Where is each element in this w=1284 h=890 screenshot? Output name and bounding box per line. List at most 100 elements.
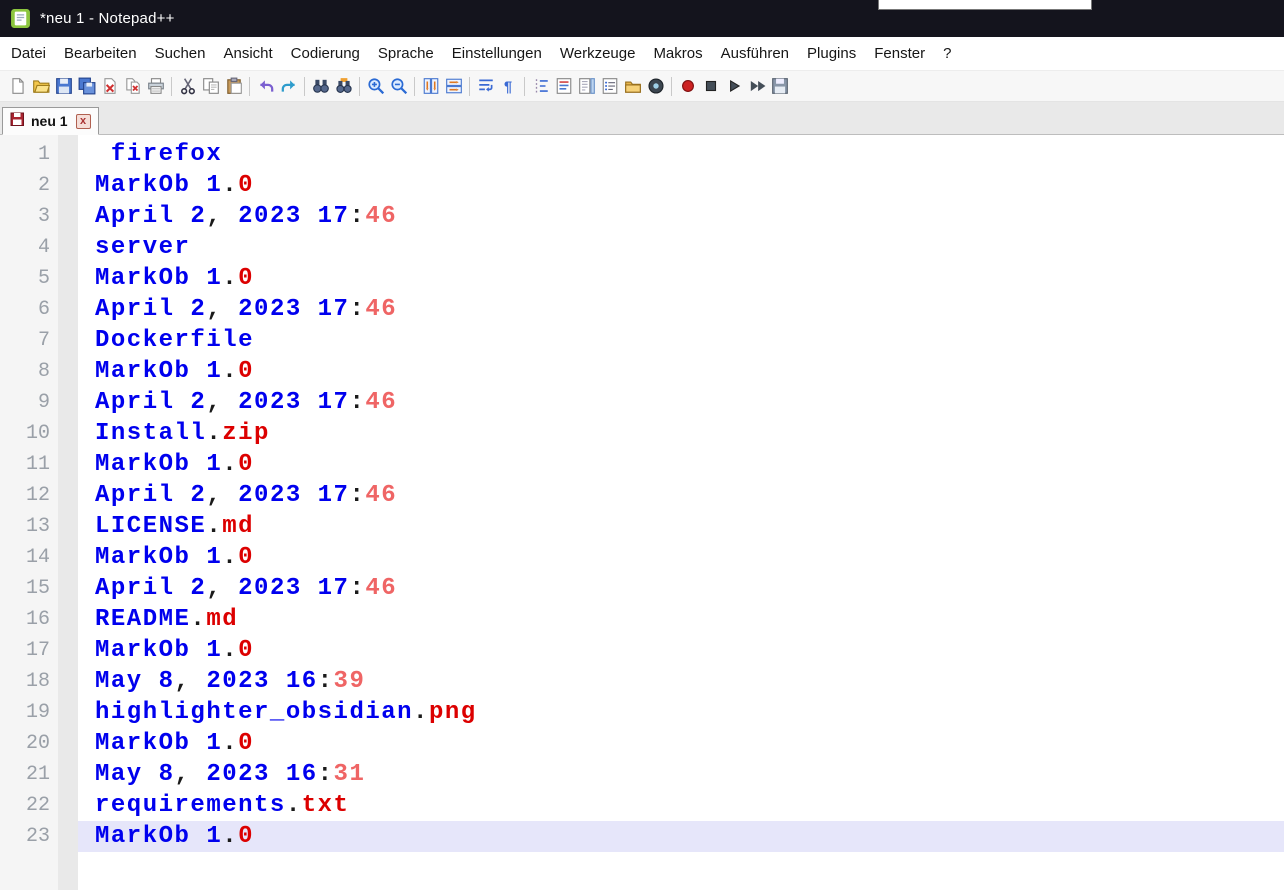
code-text: README.md xyxy=(78,604,1284,635)
editor-line[interactable]: 22requirements.txt xyxy=(0,790,1284,821)
editor-lines: 1 firefox2MarkOb 1.03April 2, 2023 17:46… xyxy=(0,135,1284,852)
line-number: 5 xyxy=(0,263,58,294)
code-text: firefox xyxy=(78,139,1284,170)
close-all-icon[interactable] xyxy=(121,74,144,99)
editor-line[interactable]: 3April 2, 2023 17:46 xyxy=(0,201,1284,232)
tab-neu-1[interactable]: neu 1 x xyxy=(2,107,99,135)
editor-line[interactable]: 4server xyxy=(0,232,1284,263)
find-icon[interactable] xyxy=(309,74,332,99)
fold-margin xyxy=(58,263,78,294)
macro-save-icon[interactable] xyxy=(768,74,791,99)
editor-line[interactable]: 2MarkOb 1.0 xyxy=(0,170,1284,201)
code-text: April 2, 2023 17:46 xyxy=(78,294,1284,325)
fold-margin xyxy=(58,356,78,387)
editor-line[interactable]: 6April 2, 2023 17:46 xyxy=(0,294,1284,325)
monitoring-icon[interactable] xyxy=(644,74,667,99)
code-text: May 8, 2023 16:31 xyxy=(78,759,1284,790)
save-all-icon[interactable] xyxy=(75,74,98,99)
word-wrap-icon[interactable] xyxy=(474,74,497,99)
editor-line[interactable]: 13LICENSE.md xyxy=(0,511,1284,542)
macro-play-icon[interactable] xyxy=(722,74,745,99)
menu-item-einstellungen[interactable]: Einstellungen xyxy=(443,37,551,70)
paste-icon[interactable] xyxy=(222,74,245,99)
editor-line[interactable]: 12April 2, 2023 17:46 xyxy=(0,480,1284,511)
editor[interactable]: 1 firefox2MarkOb 1.03April 2, 2023 17:46… xyxy=(0,135,1284,890)
menu-item-suchen[interactable]: Suchen xyxy=(146,37,215,70)
toolbar-separator xyxy=(524,77,525,96)
overlapping-window-fragment xyxy=(878,0,1092,10)
menu-item-plugins[interactable]: Plugins xyxy=(798,37,865,70)
editor-line[interactable]: 20MarkOb 1.0 xyxy=(0,728,1284,759)
document-map-icon[interactable] xyxy=(575,74,598,99)
code-text: MarkOb 1.0 xyxy=(78,263,1284,294)
editor-line[interactable]: 19highlighter_obsidian.png xyxy=(0,697,1284,728)
editor-line[interactable]: 1 firefox xyxy=(0,139,1284,170)
new-file-icon[interactable] xyxy=(6,74,29,99)
notepad-plus-plus-logo-icon xyxy=(10,8,31,29)
show-all-characters-icon[interactable]: ¶ xyxy=(497,74,520,99)
menu-item-ausfhren[interactable]: Ausführen xyxy=(712,37,798,70)
editor-line[interactable]: 21May 8, 2023 16:31 xyxy=(0,759,1284,790)
line-number: 15 xyxy=(0,573,58,604)
menu-item-codierung[interactable]: Codierung xyxy=(282,37,369,70)
zoom-out-icon[interactable] xyxy=(387,74,410,99)
tab-close-icon[interactable]: x xyxy=(76,114,91,129)
editor-line[interactable]: 14MarkOb 1.0 xyxy=(0,542,1284,573)
indent-guide-icon[interactable] xyxy=(529,74,552,99)
fold-margin xyxy=(58,449,78,480)
menu-item-bearbeiten[interactable]: Bearbeiten xyxy=(55,37,146,70)
editor-line[interactable]: 18May 8, 2023 16:39 xyxy=(0,666,1284,697)
line-number: 18 xyxy=(0,666,58,697)
menu-item-werkzeuge[interactable]: Werkzeuge xyxy=(551,37,645,70)
document-list-icon[interactable] xyxy=(598,74,621,99)
macro-run-multiple-icon[interactable] xyxy=(745,74,768,99)
editor-line[interactable]: 15April 2, 2023 17:46 xyxy=(0,573,1284,604)
line-number: 11 xyxy=(0,449,58,480)
open-file-icon[interactable] xyxy=(29,74,52,99)
sync-scroll-horizontal-icon[interactable] xyxy=(442,74,465,99)
code-text: Install.zip xyxy=(78,418,1284,449)
menu-item-makros[interactable]: Makros xyxy=(644,37,711,70)
editor-line[interactable]: 11MarkOb 1.0 xyxy=(0,449,1284,480)
editor-line[interactable]: 8MarkOb 1.0 xyxy=(0,356,1284,387)
close-file-icon[interactable] xyxy=(98,74,121,99)
redo-icon[interactable] xyxy=(277,74,300,99)
toolbar-separator xyxy=(469,77,470,96)
line-number: 8 xyxy=(0,356,58,387)
toolbar-separator xyxy=(304,77,305,96)
cut-icon[interactable] xyxy=(176,74,199,99)
macro-stop-icon[interactable] xyxy=(699,74,722,99)
folder-as-workspace-icon[interactable] xyxy=(621,74,644,99)
macro-record-icon[interactable] xyxy=(676,74,699,99)
menu-item-sprache[interactable]: Sprache xyxy=(369,37,443,70)
line-number: 3 xyxy=(0,201,58,232)
save-file-icon[interactable] xyxy=(52,74,75,99)
editor-line[interactable]: 10 Install.zip xyxy=(0,418,1284,449)
menu-item-?[interactable]: ? xyxy=(934,37,960,70)
line-number: 1 xyxy=(0,139,58,170)
copy-icon[interactable] xyxy=(199,74,222,99)
menu-item-fenster[interactable]: Fenster xyxy=(865,37,934,70)
editor-line[interactable]: 7Dockerfile xyxy=(0,325,1284,356)
svg-text:¶: ¶ xyxy=(503,80,511,95)
replace-icon[interactable] xyxy=(332,74,355,99)
line-number: 10 xyxy=(0,418,58,449)
editor-line[interactable]: 5 MarkOb 1.0 xyxy=(0,263,1284,294)
window-title: *neu 1 - Notepad++ xyxy=(40,10,175,27)
sync-scroll-vertical-icon[interactable] xyxy=(419,74,442,99)
editor-line[interactable]: 17MarkOb 1.0 xyxy=(0,635,1284,666)
editor-line[interactable]: 16README.md xyxy=(0,604,1284,635)
editor-line[interactable]: 23MarkOb 1.0 xyxy=(0,821,1284,852)
code-text: LICENSE.md xyxy=(78,511,1284,542)
code-text: requirements.txt xyxy=(78,790,1284,821)
zoom-in-icon[interactable] xyxy=(364,74,387,99)
code-text: highlighter_obsidian.png xyxy=(78,697,1284,728)
undo-icon[interactable] xyxy=(254,74,277,99)
editor-line[interactable]: 9April 2, 2023 17:46 xyxy=(0,387,1284,418)
line-number: 20 xyxy=(0,728,58,759)
function-list-icon[interactable] xyxy=(552,74,575,99)
fold-margin xyxy=(58,790,78,821)
menu-item-datei[interactable]: Datei xyxy=(2,37,55,70)
print-icon[interactable] xyxy=(144,74,167,99)
menu-item-ansicht[interactable]: Ansicht xyxy=(214,37,281,70)
